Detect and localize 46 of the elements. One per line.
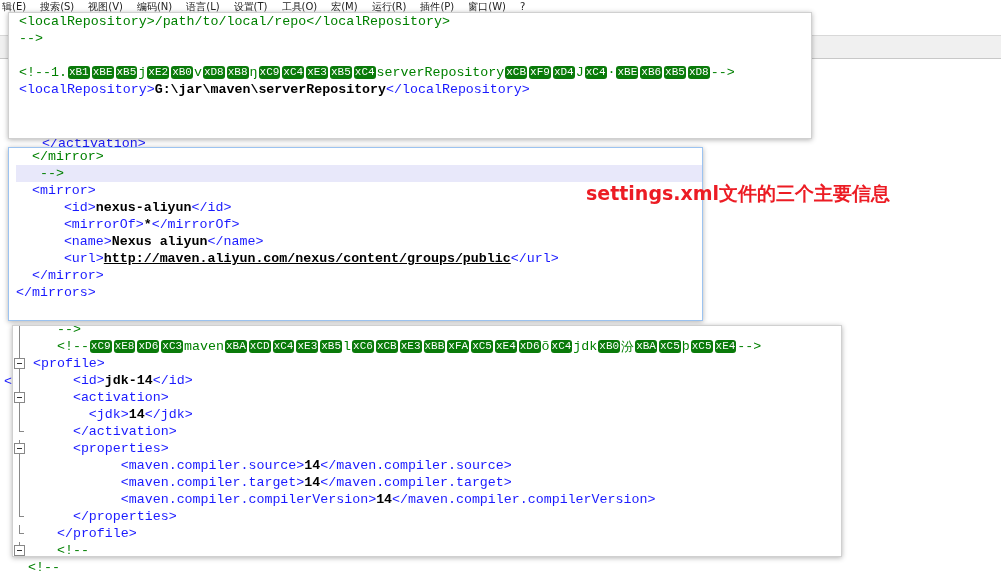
menu-item[interactable]: 语言(L): [186, 0, 220, 13]
menu-item[interactable]: 辑(E): [2, 0, 27, 13]
code-line: <!--: [28, 559, 60, 576]
code-line: <localRepository>/path/to/local/repo</localRepository>: [19, 13, 450, 30]
menu-item[interactable]: 编码(N): [136, 0, 173, 13]
code-line: <profile>: [33, 355, 105, 372]
menu-item[interactable]: 窗口(W): [468, 0, 506, 13]
collapse-icon[interactable]: [14, 545, 25, 556]
code-line: </mirrors>: [16, 284, 96, 301]
code-line: <id>jdk-14</id>: [71, 372, 193, 389]
code-line: -->: [38, 165, 64, 182]
code-line: <maven.compiler.target>14</maven.compiler.target>: [119, 474, 512, 491]
code-line: </activation>: [71, 423, 177, 440]
annotation-text: settings.xml文件的三个主要信息: [586, 183, 891, 203]
menu-item[interactable]: 宏(M): [331, 0, 358, 13]
code-line: <maven.compiler.source>14</maven.compiler.source>: [119, 457, 512, 474]
collapse-icon[interactable]: [14, 392, 25, 403]
menu-item[interactable]: ?: [519, 0, 526, 13]
code-line: <!--: [55, 542, 89, 556]
collapse-icon[interactable]: [14, 358, 25, 369]
collapse-icon[interactable]: [14, 443, 25, 454]
code-line: <jdk>14</jdk>: [87, 406, 193, 423]
menu-item[interactable]: 插件(P): [420, 0, 455, 13]
menu-item[interactable]: 运行(R): [371, 0, 407, 13]
code-line: <mirrorOf>*</mirrorOf>: [62, 216, 240, 233]
code-line: <activation>: [71, 389, 169, 406]
code-line: -->: [19, 30, 43, 47]
code-line: <id>nexus-aliyun</id>: [62, 199, 232, 216]
code-line: <maven.compiler.compilerVersion>14</maven.compiler.compilerVersion>: [119, 491, 656, 508]
code-line: <mirror>: [30, 182, 96, 199]
code-line: </properties>: [71, 508, 177, 525]
code-line: <localRepository>G:\jar\maven\serverRepository</localRepository>: [19, 81, 530, 98]
code-line: <: [4, 373, 12, 390]
code-line: -->: [55, 326, 81, 338]
menu-item[interactable]: 搜索(S): [40, 0, 75, 13]
code-line: </mirror>: [30, 148, 104, 165]
menu-item[interactable]: 视图(V): [88, 0, 123, 13]
menu-item[interactable]: 工具(O): [281, 0, 318, 13]
code-line: <url>http://maven.aliyun.com/nexus/content/groups/public</url>: [62, 250, 559, 267]
menu-item[interactable]: 设置(T): [233, 0, 268, 13]
code-line: <name>Nexus aliyun</name>: [62, 233, 264, 250]
code-line: </profile>: [55, 525, 137, 542]
code-line: <properties>: [71, 440, 169, 457]
code-line: </mirror>: [30, 267, 104, 284]
code-line: </activation>: [42, 135, 146, 151]
code-line: <!--1.xB1 xBE xB5 j xE2 xB0 v xD8 xB8 ŋ xC9 xC4 xE3 xB5 xC4 serverRepository xCB xF9 xD4 J xC4·xBE xB6 xB5 xD8-->: [19, 64, 735, 81]
